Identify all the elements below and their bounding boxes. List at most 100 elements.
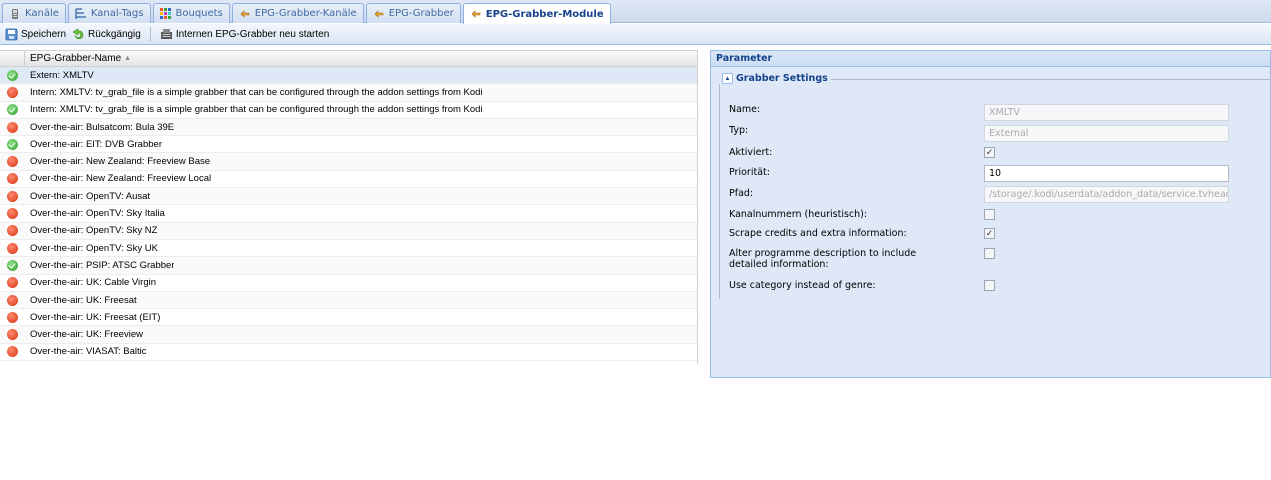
undo-label: Rückgängig xyxy=(88,28,141,40)
status-cell xyxy=(0,121,25,133)
table-row[interactable]: Intern: XMLTV: tv_grab_file is a simple … xyxy=(0,84,697,102)
grabber-name-cell: Over-the-air: VIASAT: Baltic xyxy=(30,346,147,358)
restart-grabber-button[interactable]: Internen EPG-Grabber neu starten xyxy=(157,25,332,43)
table-row[interactable]: Intern: XMLTV: tv_grab_file is a simple … xyxy=(0,102,697,119)
panel-header: Parameter xyxy=(711,51,1270,67)
table-row[interactable]: Over-the-air: Bulsatcom: Bula 39E xyxy=(0,118,697,137)
status-cell xyxy=(0,346,25,358)
tab-label: Bouquets xyxy=(175,8,223,19)
field-row-type: Typ: External xyxy=(729,125,1269,142)
tab-bouquets[interactable]: Bouquets xyxy=(152,3,230,23)
table-row[interactable]: Over-the-air: PSIP: ATSC Grabber xyxy=(0,257,697,275)
use-category-checkbox[interactable] xyxy=(984,280,995,291)
status-cell xyxy=(0,259,25,271)
tab-epg-grabber-channels[interactable]: EPG-Grabber-Kanäle xyxy=(231,3,364,23)
grabber-name-cell: Over-the-air: UK: Freesat (EIT) xyxy=(30,311,161,323)
table-row[interactable]: Over-the-air: UK: Freesat (EIT) xyxy=(0,309,697,327)
restart-grabber-label: Internen EPG-Grabber neu starten xyxy=(175,28,330,40)
channel-numbers-checkbox[interactable] xyxy=(984,209,995,220)
table-row[interactable]: Over-the-air: VIASAT: Baltic xyxy=(0,344,697,362)
table-row[interactable]: Over-the-air: UK: Cable Virgin xyxy=(0,275,697,292)
tab-epg-grabber[interactable]: EPG-Grabber xyxy=(365,3,461,23)
status-cell xyxy=(0,311,25,323)
status-column-header xyxy=(0,51,25,66)
tab-label: Kanal-Tags xyxy=(90,8,144,19)
table-row[interactable]: Over-the-air: OpenTV: Ausat xyxy=(0,188,697,206)
grabber-grid: EPG-Grabber-Name ▲ Extern: XMLTV Intern: … xyxy=(0,50,698,364)
use-category-label: Use category instead of genre: xyxy=(729,280,876,291)
table-row[interactable]: Over-the-air: EIT: DVB Grabber xyxy=(0,136,697,154)
grabber-name-cell: Over-the-air: Bulsatcom: Bula 39E xyxy=(30,121,175,133)
status-ok-icon xyxy=(7,138,18,150)
collapse-icon[interactable]: ▲ xyxy=(722,73,733,84)
table-row[interactable]: Over-the-air: UK: Freesat xyxy=(0,291,697,310)
grabber-name-cell: Over-the-air: UK: Freeview xyxy=(30,329,143,341)
path-field: /storage/.kodi/userdata/addon_data/servi… xyxy=(984,186,1229,203)
status-cell xyxy=(0,104,25,116)
table-row[interactable]: Over-the-air: OpenTV: Sky NZ xyxy=(0,222,697,240)
status-ok-icon xyxy=(7,69,18,81)
tab-label: EPG-Grabber-Module xyxy=(485,8,604,20)
tab-channels[interactable]: Kanäle xyxy=(2,3,66,23)
name-field: XMLTV xyxy=(984,104,1229,121)
status-cell xyxy=(0,294,25,306)
status-error-icon xyxy=(7,225,18,237)
status-error-icon xyxy=(7,346,18,358)
status-error-icon xyxy=(7,329,18,341)
priority-field[interactable]: 10 xyxy=(984,165,1229,182)
table-row[interactable]: Over-the-air: UK: Freeview xyxy=(0,326,697,344)
tab-label: Kanäle xyxy=(25,8,59,19)
save-label: Speichern xyxy=(21,28,67,40)
scrape-credits-checkbox[interactable]: ✓ xyxy=(984,228,995,239)
status-error-icon xyxy=(7,86,18,98)
field-row-use-category: Use category instead of genre: xyxy=(729,280,1269,291)
tab-channel-tags[interactable]: Kanal-Tags xyxy=(67,3,151,23)
table-row[interactable]: Over-the-air: New Zealand: Freeview Loca… xyxy=(0,171,697,189)
field-row-name: Name: XMLTV xyxy=(729,104,1269,121)
field-row-path: Pfad: /storage/.kodi/userdata/addon_data… xyxy=(729,186,1269,203)
sort-ascending-icon: ▲ xyxy=(124,55,132,62)
save-icon xyxy=(5,28,18,41)
type-label: Typ: xyxy=(729,125,749,136)
grabber-name-cell: Intern: XMLTV: tv_grab_file is a simple … xyxy=(30,86,483,98)
field-row-enabled: Aktiviert: ✓ xyxy=(729,147,1269,158)
status-cell xyxy=(0,242,25,254)
grabber-name-cell: Over-the-air: EIT: DVB Grabber xyxy=(30,138,162,150)
tab-label: EPG-Grabber xyxy=(388,8,454,19)
alter-description-checkbox[interactable] xyxy=(984,248,995,259)
scrape-credits-label: Scrape credits and extra information: xyxy=(729,228,907,239)
table-row[interactable]: Extern: XMLTV xyxy=(0,67,697,85)
restart-grabber-icon xyxy=(160,28,173,41)
status-ok-icon xyxy=(7,104,18,116)
status-error-icon xyxy=(7,208,18,220)
grabber-name-cell: Over-the-air: PSIP: ATSC Grabber xyxy=(30,259,175,271)
table-row[interactable]: Over-the-air: New Zealand: Freeview Base xyxy=(0,153,697,171)
epg-grabber-icon xyxy=(373,8,385,20)
channels-icon xyxy=(9,8,21,20)
field-row-priority: Priorität: 10 xyxy=(729,165,1269,182)
field-row-channel-numbers: Kanalnummern (heuristisch): xyxy=(729,209,1269,220)
epg-grabber-channels-icon xyxy=(239,8,251,20)
name-label: Name: xyxy=(729,104,761,115)
undo-button[interactable]: Rückgängig xyxy=(69,25,144,43)
grabber-settings-legend[interactable]: ▲ Grabber Settings xyxy=(719,73,831,84)
table-row[interactable]: Over-the-air: OpenTV: Sky Italia xyxy=(0,205,697,223)
status-cell xyxy=(0,208,25,220)
tab-epg-grabber-modules[interactable]: EPG-Grabber-Module xyxy=(462,3,611,24)
grabber-name-cell: Over-the-air: UK: Freesat xyxy=(30,294,137,306)
status-cell xyxy=(0,138,25,150)
save-button[interactable]: Speichern xyxy=(2,25,69,43)
grabber-name-column-header[interactable]: EPG-Grabber-Name ▲ xyxy=(25,53,131,64)
status-cell xyxy=(0,173,25,185)
enabled-checkbox[interactable]: ✓ xyxy=(984,147,995,158)
status-error-icon xyxy=(7,190,18,202)
grid-rows: Extern: XMLTV Intern: XMLTV: tv_grab_file… xyxy=(0,67,697,362)
status-error-icon xyxy=(7,173,18,185)
grabber-name-cell: Over-the-air: OpenTV: Sky NZ xyxy=(30,225,158,237)
field-row-scrape-credits: Scrape credits and extra information: ✓ xyxy=(729,228,1269,239)
grabber-name-cell: Intern: XMLTV: tv_grab_file is a simple … xyxy=(30,104,483,116)
status-error-icon xyxy=(7,121,18,133)
grabber-name-cell: Over-the-air: OpenTV: Ausat xyxy=(30,190,151,202)
table-row[interactable]: Over-the-air: OpenTV: Sky UK xyxy=(0,240,697,258)
grid-header: EPG-Grabber-Name ▲ xyxy=(0,50,697,67)
